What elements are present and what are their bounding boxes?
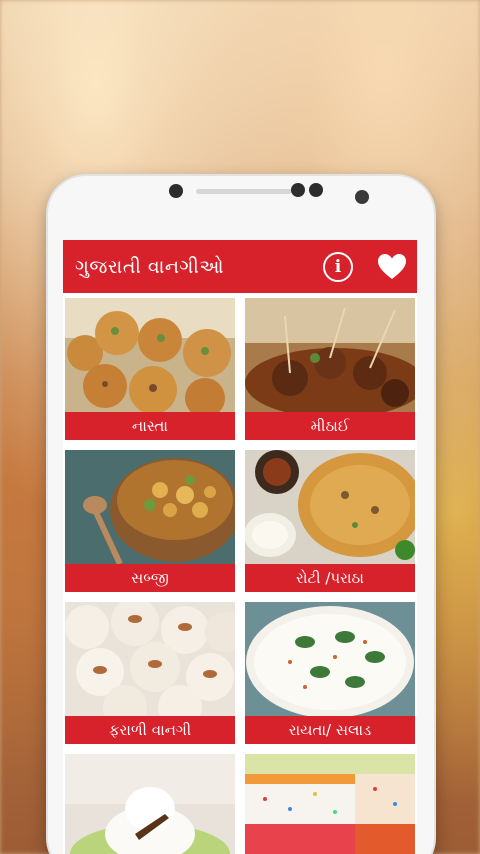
category-label: રાયતા/ સલાડ — [245, 716, 415, 744]
category-label: રોટી /પરાઠા — [245, 564, 415, 592]
vegetable-curry-photo — [65, 450, 235, 564]
category-label: મીઠાઈ — [245, 412, 415, 440]
category-tile-cake[interactable] — [245, 754, 415, 854]
favorites-button[interactable] — [377, 253, 407, 281]
category-tile-roti-paratha[interactable]: રોટી /પરાઠા — [245, 450, 415, 592]
category-grid: નાસ્તા મીઠાઈ સબ્જી રોટી /પરાઠા ફરાળી વાન… — [63, 293, 417, 854]
category-tile-farali[interactable]: ફરાળી વાનગી — [65, 602, 235, 744]
coconut-sweets-photo — [65, 602, 235, 716]
category-tile-sweets[interactable]: મીઠાઈ — [245, 298, 415, 440]
category-label: નાસ્તા — [65, 412, 235, 440]
category-tile-dessert[interactable] — [65, 754, 235, 854]
app-bar: ગુજરાતી વાનગીઓ i — [63, 240, 417, 293]
category-label: ફરાળી વાનગી — [65, 716, 235, 744]
category-label: સબ્જી — [65, 564, 235, 592]
sensor-dot — [291, 183, 305, 197]
category-tile-raita-salad[interactable]: રાયતા/ સલાડ — [245, 602, 415, 744]
category-tile-vegetables[interactable]: સબ્જી — [65, 450, 235, 592]
layered-cake-photo — [245, 754, 415, 854]
snack-cookies-photo — [65, 298, 235, 412]
raita-bowl-photo — [245, 602, 415, 716]
dessert-cream-photo — [65, 754, 235, 854]
app-screen: ગુજરાતી વાનગીઓ i નાસ્તા મીઠાઈ સબ્જી રોટી… — [63, 240, 417, 854]
info-icon: i — [334, 256, 342, 277]
info-button[interactable]: i — [323, 251, 353, 282]
sensor-dot — [355, 190, 369, 204]
earpiece-speaker — [196, 189, 292, 194]
category-tile-snacks[interactable]: નાસ્તા — [65, 298, 235, 440]
paratha-photo — [245, 450, 415, 564]
sensor-dot — [309, 183, 323, 197]
sweets-kebab-photo — [245, 298, 415, 412]
front-camera — [169, 184, 183, 198]
heart-icon — [378, 254, 406, 279]
app-title: ગુજરાતી વાનગીઓ — [75, 255, 225, 278]
